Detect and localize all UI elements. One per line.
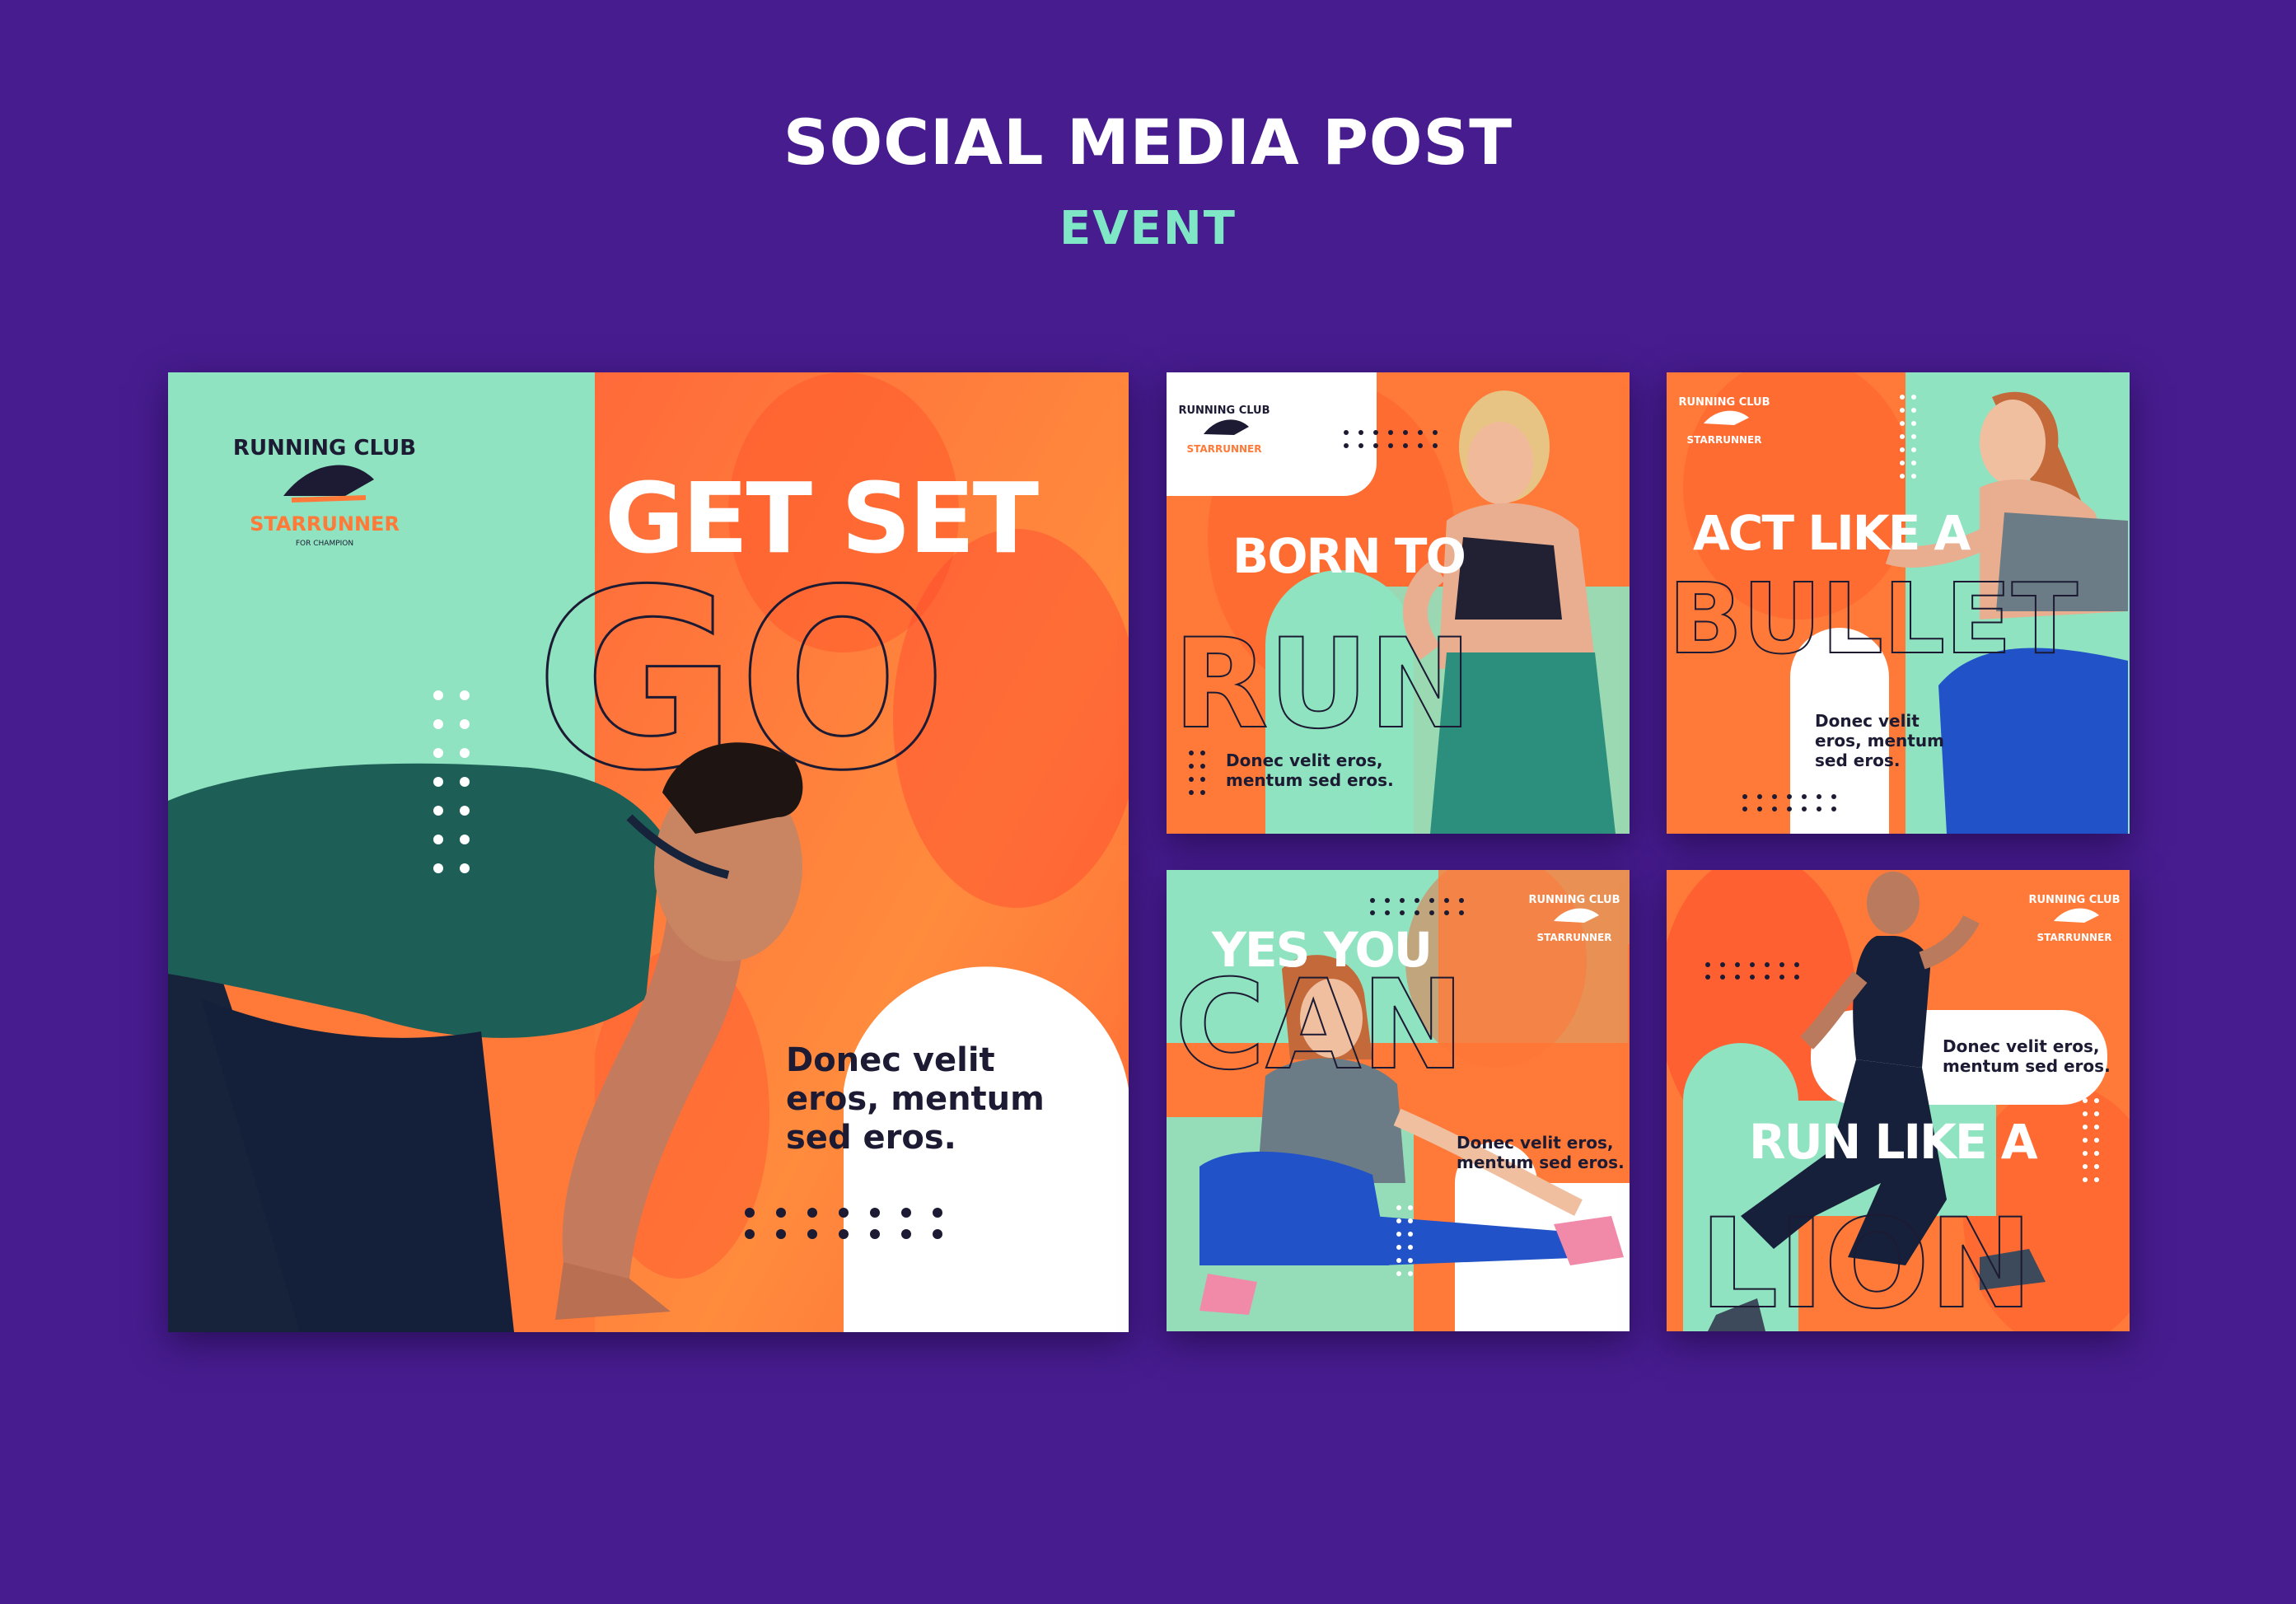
post-4-artwork: CAN YES YOU RUNNING CLUB STARRUNNER Done… [1167, 870, 1630, 1331]
body-line-1: Donec velit eros, [1226, 751, 1382, 770]
svg-text:STARRUNNER: STARRUNNER [2037, 932, 2112, 943]
logo-tagline: FOR CHAMPION [296, 540, 353, 548]
outline-headline: RUN [1173, 613, 1472, 756]
body-line-2: eros, mentum [1815, 731, 1944, 751]
svg-text:RUNNING CLUB: RUNNING CLUB [2028, 894, 2120, 906]
svg-text:STARRUNNER: STARRUNNER [1537, 932, 1612, 943]
page-subtitle: EVENT [1059, 202, 1237, 255]
svg-text:RUNNING CLUB: RUNNING CLUB [1178, 405, 1270, 417]
svg-text:STARRUNNER: STARRUNNER [1187, 443, 1262, 455]
svg-text:RUNNING CLUB: RUNNING CLUB [1528, 894, 1620, 906]
solid-headline: YES YOU [1211, 922, 1431, 978]
post-card-get-set-go[interactable]: GO RUNNING CLUB STARRUNNER FOR CHAMPION … [168, 372, 1129, 1332]
outline-headline: LION [1700, 1193, 2032, 1331]
outline-headline: BULLET [1668, 562, 2078, 676]
body-line-2: mentum sed eros. [1457, 1153, 1625, 1172]
body-line-1: Donec velit eros, [1457, 1133, 1613, 1153]
logo-arc-text: RUNNING CLUB [233, 436, 416, 461]
body-line-1: Donec velit [1815, 711, 1920, 731]
body-line-1: Donec velit [786, 1041, 995, 1079]
solid-headline: GET SET [605, 461, 1039, 575]
post-5-artwork: LION RUN LIKE A RUNNING CLUB STARRUNNER … [1667, 870, 2130, 1331]
body-line-2: mentum sed eros. [1226, 770, 1394, 790]
logo-name: STARRUNNER [250, 512, 400, 535]
body-line-3: sed eros. [786, 1119, 956, 1157]
svg-text:RUNNING CLUB: RUNNING CLUB [1678, 396, 1770, 409]
post-card-born-to-run[interactable]: RUN BORN TO RUNNING CLUB STARRUNNER Done… [1167, 372, 1630, 834]
post-3-artwork: BULLET ACT LIKE A RUNNING CLUB STARRUNNE… [1667, 372, 2130, 834]
svg-text:STARRUNNER: STARRUNNER [1687, 434, 1762, 446]
post-1-artwork: GO RUNNING CLUB STARRUNNER FOR CHAMPION … [168, 372, 1129, 1332]
body-line-2: eros, mentum [786, 1080, 1045, 1118]
body-line-1: Donec velit eros, [1943, 1036, 2099, 1056]
post-card-yes-you-can[interactable]: CAN YES YOU RUNNING CLUB STARRUNNER Done… [1167, 870, 1630, 1331]
post-2-artwork: RUN BORN TO RUNNING CLUB STARRUNNER Done… [1167, 372, 1630, 834]
solid-headline: RUN LIKE A [1749, 1114, 2038, 1170]
body-line-3: sed eros. [1815, 751, 1900, 770]
solid-headline: ACT LIKE A [1693, 505, 1971, 561]
solid-headline: BORN TO [1232, 528, 1465, 584]
post-card-act-like-a-bullet[interactable]: BULLET ACT LIKE A RUNNING CLUB STARRUNNE… [1667, 372, 2130, 834]
page-title: SOCIAL MEDIA POST [783, 105, 1513, 179]
post-card-run-like-a-lion[interactable]: LION RUN LIKE A RUNNING CLUB STARRUNNER … [1667, 870, 2130, 1331]
body-line-2: mentum sed eros. [1943, 1056, 2111, 1076]
